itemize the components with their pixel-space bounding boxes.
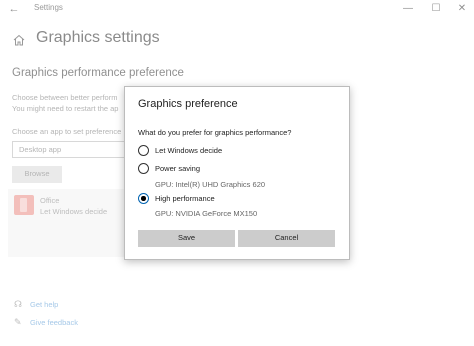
dialog-question: What do you prefer for graphics performa… — [138, 128, 292, 137]
save-button[interactable]: Save — [138, 230, 235, 247]
cancel-button[interactable]: Cancel — [238, 230, 335, 247]
option-label: High performance — [155, 194, 215, 203]
gpu-info-high-performance: GPU: NVIDIA GeForce MX150 — [155, 209, 258, 218]
dialog-title: Graphics preference — [138, 98, 238, 110]
option-label: Power saving — [155, 164, 201, 173]
radio-power-saving[interactable] — [138, 163, 149, 174]
radio-high-performance[interactable] — [138, 193, 149, 204]
cancel-label: Cancel — [274, 233, 299, 242]
graphics-preference-dialog: Graphics preference What do you prefer f… — [124, 86, 350, 260]
save-label: Save — [177, 233, 196, 242]
gpu-info-power-saving: GPU: Intel(R) UHD Graphics 620 — [155, 180, 266, 189]
radio-let-windows-decide[interactable] — [138, 145, 149, 156]
option-label: Let Windows decide — [155, 146, 223, 155]
